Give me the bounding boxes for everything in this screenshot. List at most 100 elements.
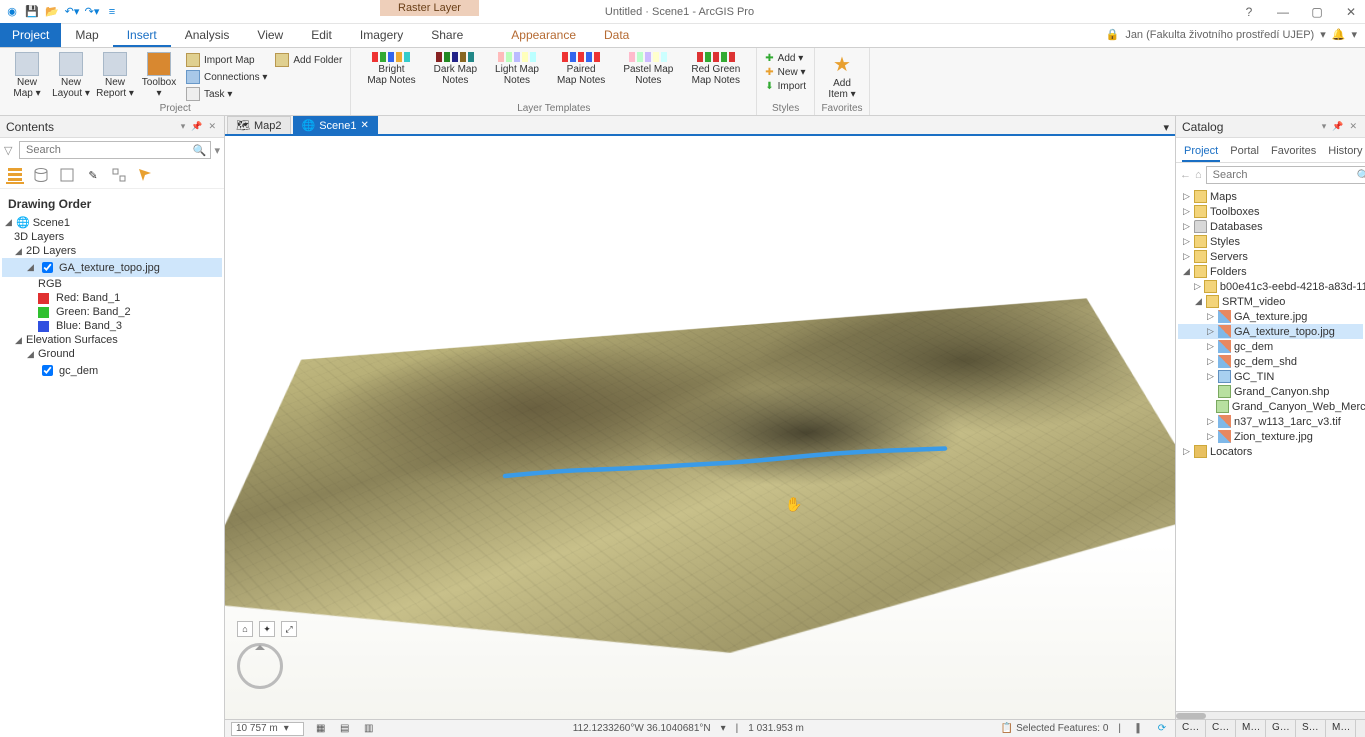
scrollbar-thumb[interactable] bbox=[1176, 713, 1206, 719]
new-layout-button[interactable]: NewLayout ▾ bbox=[50, 50, 92, 102]
project-tab[interactable]: Project bbox=[0, 23, 61, 47]
user-dropdown-icon[interactable]: ▾ bbox=[1320, 28, 1326, 41]
status-tool-icon[interactable]: ▦ bbox=[314, 722, 328, 736]
toc-dem[interactable]: gc_dem bbox=[2, 361, 222, 380]
list-by-labeling-icon[interactable] bbox=[136, 166, 154, 184]
catalog-file[interactable]: ▷GC_TIN bbox=[1178, 369, 1363, 384]
catalog-tab-portal[interactable]: Portal bbox=[1228, 142, 1261, 162]
catalog-tab-favorites[interactable]: Favorites bbox=[1269, 142, 1318, 162]
user-name[interactable]: Jan (Fakulta životního prostředí UJEP) bbox=[1125, 29, 1314, 41]
close-panel-button[interactable]: ✕ bbox=[206, 121, 218, 132]
catalog-file[interactable]: ▷Grand_Canyon_Web_Mercator.shp bbox=[1178, 399, 1363, 414]
bottom-tab[interactable]: Sy… bbox=[1296, 720, 1326, 737]
dem-visibility-checkbox[interactable] bbox=[42, 365, 53, 376]
toc-layer-selected[interactable]: ◢GA_texture_topo.jpg bbox=[2, 258, 222, 277]
toc-ground[interactable]: ◢Ground bbox=[2, 347, 222, 361]
open-icon[interactable]: 📂 bbox=[44, 4, 60, 20]
tab-insert[interactable]: Insert bbox=[113, 23, 171, 47]
map-notes-button[interactable]: Light Map Notes bbox=[495, 52, 539, 86]
bottom-tab[interactable]: Ca… bbox=[1176, 720, 1206, 737]
maximize-button[interactable]: ▢ bbox=[1307, 5, 1327, 19]
catalog-file[interactable]: ▷GA_texture.jpg bbox=[1178, 309, 1363, 324]
qat-customize-icon[interactable]: ≡ bbox=[104, 4, 120, 20]
filter-icon[interactable]: ▽ bbox=[4, 144, 16, 156]
catalog-item-databases[interactable]: ▷Databases bbox=[1178, 219, 1363, 234]
coords-dropdown[interactable]: ▾ bbox=[721, 723, 726, 734]
pin-icon[interactable]: 📌 bbox=[189, 121, 204, 132]
connections-button[interactable]: Connections ▾ bbox=[184, 69, 269, 85]
autohide-button[interactable]: ▾ bbox=[179, 121, 188, 132]
back-icon[interactable]: ← bbox=[1180, 168, 1191, 182]
list-by-selection-icon[interactable] bbox=[58, 166, 76, 184]
up-icon[interactable]: ⌂ bbox=[1195, 168, 1202, 182]
bell-icon[interactable]: 🔔 bbox=[1332, 28, 1346, 41]
map-notes-button[interactable]: Paired Map Notes bbox=[557, 52, 605, 86]
tab-imagery[interactable]: Imagery bbox=[346, 23, 417, 47]
app-icon[interactable]: ◉ bbox=[4, 4, 20, 20]
selected-features[interactable]: 📋 Selected Features: 0 bbox=[1001, 723, 1109, 734]
close-panel-button[interactable]: ✕ bbox=[1347, 121, 1359, 132]
catalog-item-maps[interactable]: ▷Maps bbox=[1178, 189, 1363, 204]
tab-map[interactable]: Map bbox=[61, 23, 112, 47]
bottom-tab[interactable]: Ge… bbox=[1266, 720, 1296, 737]
list-by-drawing-order-icon[interactable] bbox=[6, 166, 24, 184]
bottom-tab[interactable]: M… bbox=[1326, 720, 1356, 737]
nav-expand-button[interactable]: ⤢ bbox=[281, 621, 297, 637]
toc-scene[interactable]: ◢🌐Scene1 bbox=[2, 215, 222, 230]
search-options-icon[interactable]: ▾ bbox=[214, 144, 220, 157]
catalog-locators[interactable]: ▷Locators bbox=[1178, 444, 1363, 459]
import-map-button[interactable]: Import Map bbox=[184, 52, 269, 68]
catalog-folders[interactable]: ◢Folders bbox=[1178, 264, 1363, 279]
navigator-compass[interactable] bbox=[237, 643, 283, 689]
catalog-search[interactable]: 🔍 bbox=[1206, 166, 1365, 184]
catalog-file[interactable]: ▷GA_texture_topo.jpg bbox=[1178, 324, 1363, 339]
catalog-file[interactable]: ▷gc_dem bbox=[1178, 339, 1363, 354]
tab-share[interactable]: Share bbox=[417, 23, 477, 47]
catalog-item-servers[interactable]: ▷Servers bbox=[1178, 249, 1363, 264]
autohide-button[interactable]: ▾ bbox=[1320, 121, 1329, 132]
task-button[interactable]: Task ▾ bbox=[184, 86, 269, 102]
minimize-button[interactable]: — bbox=[1273, 5, 1293, 19]
map-notes-button[interactable]: Pastel Map Notes bbox=[623, 52, 673, 86]
add-item-button[interactable]: ★AddItem ▾ bbox=[821, 50, 863, 102]
catalog-search-input[interactable] bbox=[1211, 168, 1357, 182]
catalog-folder-srtm[interactable]: ◢SRTM_video bbox=[1178, 294, 1363, 309]
help-button[interactable]: ? bbox=[1239, 5, 1259, 19]
catalog-file[interactable]: ▷gc_dem_shd bbox=[1178, 354, 1363, 369]
tab-data[interactable]: Data bbox=[590, 23, 643, 47]
toolbox-button[interactable]: Toolbox ▾ bbox=[138, 50, 180, 102]
toc-2d-layers[interactable]: ◢2D Layers bbox=[2, 244, 222, 258]
catalog-tab-project[interactable]: Project bbox=[1182, 142, 1220, 162]
catalog-tab-history[interactable]: History bbox=[1326, 142, 1364, 162]
new-map-button[interactable]: NewMap ▾ bbox=[6, 50, 48, 102]
catalog-item-toolboxes[interactable]: ▷Toolboxes bbox=[1178, 204, 1363, 219]
catalog-file[interactable]: ▷Zion_texture.jpg bbox=[1178, 429, 1363, 444]
redo-icon[interactable]: ↷▾ bbox=[84, 4, 100, 20]
bottom-tab[interactable]: M… bbox=[1236, 720, 1266, 737]
search-icon[interactable]: 🔍 bbox=[193, 144, 207, 157]
nav-north-button[interactable]: ✦ bbox=[259, 621, 275, 637]
map-notes-button[interactable]: Dark Map Notes bbox=[434, 52, 477, 86]
map-notes-button[interactable]: Red Green Map Notes bbox=[691, 52, 740, 86]
pin-icon[interactable]: 📌 bbox=[1330, 121, 1345, 132]
add-folder-button[interactable]: Add Folder bbox=[273, 52, 344, 68]
pause-button[interactable]: ∥ bbox=[1131, 722, 1145, 736]
catalog-file[interactable]: ▷Grand_Canyon.shp bbox=[1178, 384, 1363, 399]
list-by-snapping-icon[interactable] bbox=[110, 166, 128, 184]
catalog-folder[interactable]: ▷b00e41c3-eebd-4218-a83d-11daac45 bbox=[1178, 279, 1363, 294]
bottom-tab[interactable]: Cr… bbox=[1206, 720, 1236, 737]
undo-icon[interactable]: ↶▾ bbox=[64, 4, 80, 20]
view-tabs-dropdown[interactable]: ▾ bbox=[1157, 121, 1175, 134]
list-by-editing-icon[interactable]: ✎ bbox=[84, 166, 102, 184]
tab-appearance[interactable]: Appearance bbox=[497, 23, 590, 47]
nav-mode-button[interactable]: ⌂ bbox=[237, 621, 253, 637]
new-report-button[interactable]: NewReport ▾ bbox=[94, 50, 136, 102]
catalog-item-styles[interactable]: ▷Styles bbox=[1178, 234, 1363, 249]
status-tool-icon[interactable]: ▥ bbox=[362, 722, 376, 736]
tab-analysis[interactable]: Analysis bbox=[171, 23, 244, 47]
view-tab-map2[interactable]: 🗺Map2 bbox=[227, 116, 291, 134]
search-icon[interactable]: 🔍 bbox=[1357, 169, 1365, 182]
status-tool-icon[interactable]: ▤ bbox=[338, 722, 352, 736]
tab-edit[interactable]: Edit bbox=[297, 23, 346, 47]
refresh-button[interactable]: ⟳ bbox=[1155, 722, 1169, 736]
